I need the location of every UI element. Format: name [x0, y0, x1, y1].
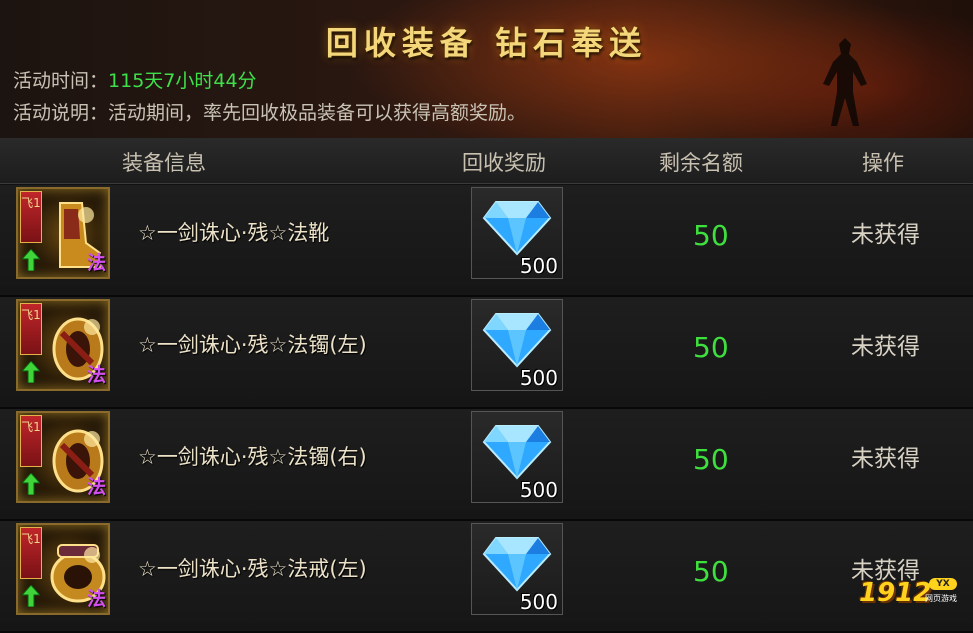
equipment-slot[interactable]: 飞1 法: [16, 411, 110, 503]
reward-count: 500: [519, 590, 558, 614]
reward-slot[interactable]: 500: [471, 299, 563, 391]
table-row: 飞1 法 ☆一剑诛心·残☆法戒(左) 500 50 未获得: [0, 521, 973, 633]
item-name: ☆一剑诛心·残☆法戒(左): [138, 557, 367, 581]
class-badge: 法: [86, 588, 106, 610]
reward-count: 500: [519, 478, 558, 502]
table-row: 飞1 法 ☆一剑诛心·残☆法靴 500 50 未获得: [0, 185, 973, 297]
event-banner: 回收装备 钻石奉送 活动时间：115天7小时44分 活动说明：活动期间，率先回收…: [0, 0, 973, 138]
header-equipment-info: 装备信息: [122, 151, 206, 175]
flight-level-tag: 飞1: [20, 191, 42, 243]
watermark-number: 1912: [859, 578, 932, 608]
item-name: ☆一剑诛心·残☆法镯(右): [138, 445, 367, 469]
site-watermark-logo: 1912 YX 网页游戏: [859, 578, 959, 608]
reward-count: 500: [519, 254, 558, 278]
remaining-quota: 50: [693, 443, 729, 476]
event-desc-line: 活动说明：活动期间，率先回收极品装备可以获得高额奖励。: [13, 98, 526, 125]
event-time-label: 活动时间：: [13, 70, 109, 92]
diamond-icon: [482, 313, 552, 368]
equipment-slot[interactable]: 飞1 法: [16, 523, 110, 615]
remaining-quota: 50: [693, 219, 729, 252]
table-row: 飞1 法 ☆一剑诛心·残☆法镯(左) 500 50 未获得: [0, 297, 973, 409]
header-remaining-quota: 剩余名额: [659, 151, 743, 175]
upgrade-arrow-icon: [22, 361, 40, 383]
header-recycle-reward: 回收奖励: [462, 151, 546, 175]
event-time-value: 115天7小时44分: [108, 70, 257, 92]
reward-slot[interactable]: 500: [471, 523, 563, 615]
banner-title: 回收装备 钻石奉送: [325, 24, 648, 62]
diamond-icon: [482, 201, 552, 256]
table-row: 飞1 法 ☆一剑诛心·残☆法镯(右) 500 50 未获得: [0, 409, 973, 521]
equipment-slot[interactable]: 飞1 法: [16, 187, 110, 279]
remaining-quota: 50: [693, 555, 729, 588]
reward-slot[interactable]: 500: [471, 411, 563, 503]
upgrade-arrow-icon: [22, 585, 40, 607]
action-status[interactable]: 未获得: [851, 439, 920, 473]
upgrade-arrow-icon: [22, 473, 40, 495]
table-header: 装备信息 回收奖励 剩余名额 操作: [0, 138, 973, 184]
watermark-subtitle: 网页游戏: [925, 594, 957, 603]
class-badge: 法: [86, 364, 106, 386]
event-desc-label: 活动说明：: [13, 102, 109, 124]
flight-level-tag: 飞1: [20, 527, 42, 579]
remaining-quota: 50: [693, 331, 729, 364]
flight-level-tag: 飞1: [20, 303, 42, 355]
event-desc-value: 活动期间，率先回收极品装备可以获得高额奖励。: [108, 102, 527, 124]
reward-slot[interactable]: 500: [471, 187, 563, 279]
action-status[interactable]: 未获得: [851, 327, 920, 361]
diamond-icon: [482, 537, 552, 592]
diamond-icon: [482, 425, 552, 480]
item-name: ☆一剑诛心·残☆法靴: [138, 221, 330, 245]
event-time-line: 活动时间：115天7小时44分: [13, 66, 257, 93]
upgrade-arrow-icon: [22, 249, 40, 271]
watermark-badge: YX: [929, 578, 957, 590]
reward-count: 500: [519, 366, 558, 390]
item-name: ☆一剑诛心·残☆法镯(左): [138, 333, 367, 357]
equipment-slot[interactable]: 飞1 法: [16, 299, 110, 391]
action-status[interactable]: 未获得: [851, 215, 920, 249]
class-badge: 法: [86, 476, 106, 498]
flight-level-tag: 飞1: [20, 415, 42, 467]
header-action: 操作: [862, 151, 904, 175]
class-badge: 法: [86, 252, 106, 274]
